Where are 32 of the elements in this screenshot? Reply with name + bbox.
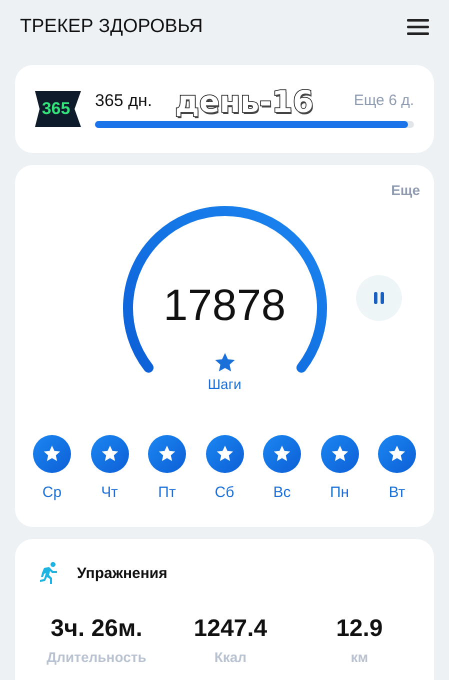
stat-value: 3ч. 26м. — [50, 615, 142, 643]
app-title: ТРЕКЕР ЗДОРОВЬЯ — [20, 16, 203, 38]
stat-value: 12.9 — [336, 615, 383, 643]
star-icon — [157, 444, 177, 464]
day-label: Вс — [273, 484, 291, 501]
overlay-caption: день-16 — [175, 85, 314, 120]
star-icon — [272, 444, 292, 464]
pause-button[interactable] — [356, 275, 402, 321]
star-icon — [42, 444, 62, 464]
day-label: Пт — [158, 484, 176, 501]
plan-logo: 365 — [35, 91, 81, 127]
menu-icon[interactable] — [407, 18, 429, 36]
star-icon — [100, 444, 120, 464]
plan-title: 365 дн. — [95, 90, 152, 110]
section-title: Упражнения — [77, 564, 168, 582]
day-label: Чт — [101, 484, 118, 501]
star-icon — [387, 444, 407, 464]
day-label: Пн — [330, 484, 350, 501]
steps-label: Шаги — [208, 376, 242, 392]
day-label: Сб — [214, 484, 234, 501]
pause-icon — [373, 291, 385, 305]
day-label: Вт — [388, 484, 406, 501]
step-count: 17878 — [162, 281, 287, 331]
star-icon — [214, 444, 234, 464]
stat-label: Ккал — [214, 649, 247, 665]
stat-label: км — [350, 649, 368, 665]
stat-value: 1247.4 — [194, 615, 268, 643]
remaining-days: Еще 6 д. — [354, 92, 414, 109]
stat-label: Длительность — [46, 649, 146, 665]
day-label: Ср — [42, 484, 62, 501]
star-icon — [330, 444, 350, 464]
more-link[interactable]: Еще — [391, 182, 420, 198]
